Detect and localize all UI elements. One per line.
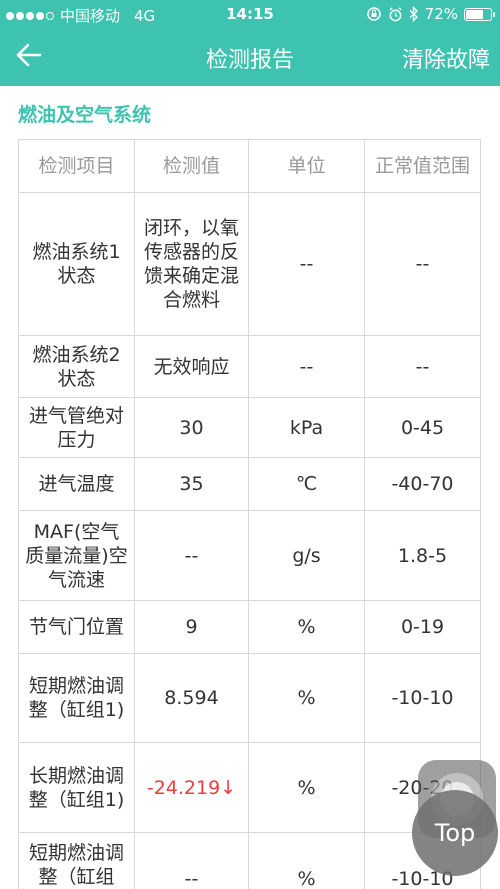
cell-unit: % (248, 742, 365, 833)
cell-unit: g/s (248, 510, 365, 601)
table-row: 燃油系统1状态 闭环，以氧传感器的反馈来确定混合燃料 -- -- (18, 192, 481, 336)
cell-value: 9 (134, 600, 249, 654)
table-row: 节气门位置 9 % 0-19 (18, 600, 481, 654)
rotation-lock-icon (366, 7, 381, 21)
status-bar: 中国移动 4G 14:15 72% (0, 0, 500, 28)
scroll-to-top-button[interactable]: Top (412, 790, 498, 876)
cell-range: -- (364, 335, 481, 398)
cell-item: 短期燃油调整（缸组1) (18, 653, 135, 743)
cell-unit: -- (248, 192, 365, 336)
clear-fault-button[interactable]: 清除故障 (402, 42, 490, 74)
header-unit: 单位 (248, 139, 365, 193)
cell-range: -- (364, 192, 481, 336)
navigation-bar: 检测报告 清除故障 (0, 28, 500, 86)
table-row: 燃油系统2状态 无效响应 -- -- (18, 335, 481, 398)
header-value: 检测值 (134, 139, 249, 193)
cell-unit: % (248, 832, 365, 889)
cell-value: 8.594 (134, 653, 249, 743)
cell-item: MAF(空气质量流量)空气流速 (18, 510, 135, 601)
cell-value: 30 (134, 397, 249, 458)
cell-unit: ℃ (248, 457, 365, 511)
cell-item: 节气门位置 (18, 600, 135, 654)
table-row: 长期燃油调整（缸组1) -24.219↓ % -20-20 (18, 742, 481, 833)
battery-fill (466, 9, 484, 19)
cell-value: 35 (134, 457, 249, 511)
cell-unit: -- (248, 335, 365, 398)
table-header-row: 检测项目 检测值 单位 正常值范围 (18, 139, 481, 193)
cell-value: 闭环，以氧传感器的反馈来确定混合燃料 (134, 192, 249, 336)
battery-icon (464, 7, 495, 21)
cell-item: 短期燃油调整（缸组 (18, 832, 135, 889)
table-row: 短期燃油调整（缸组1) 8.594 % -10-10 (18, 653, 481, 743)
cell-range: -40-70 (364, 457, 481, 511)
bluetooth-icon (409, 6, 418, 22)
battery-percent: 72% (424, 5, 458, 23)
cell-item: 燃油系统2状态 (18, 335, 135, 398)
cell-value-warning: -24.219↓ (134, 742, 249, 833)
header-range: 正常值范围 (364, 139, 481, 193)
cell-value: -- (134, 510, 249, 601)
header-item: 检测项目 (18, 139, 135, 193)
cell-range: 1.8-5 (364, 510, 481, 601)
cell-unit: % (248, 600, 365, 654)
table-row: 短期燃油调整（缸组 -- % -10-10 (18, 832, 481, 889)
cell-range: 0-19 (364, 600, 481, 654)
table-row: 进气管绝对压力 30 kPa 0-45 (18, 397, 481, 458)
cell-item: 燃油系统1状态 (18, 192, 135, 336)
section-title: 燃油及空气系统 (18, 104, 152, 126)
cell-value: -- (134, 832, 249, 889)
cell-item: 长期燃油调整（缸组1) (18, 742, 135, 833)
cell-unit: % (248, 653, 365, 743)
cell-range: -10-10 (364, 653, 481, 743)
status-right: 72% (366, 5, 495, 23)
cell-range: 0-45 (364, 397, 481, 458)
cell-value: 无效响应 (134, 335, 249, 398)
cell-item: 进气温度 (18, 457, 135, 511)
alarm-icon (389, 6, 402, 21)
cell-unit: kPa (248, 397, 365, 458)
cell-item: 进气管绝对压力 (18, 397, 135, 458)
report-table: 检测项目 检测值 单位 正常值范围 燃油系统1状态 闭环，以氧传感器的反馈来确定… (18, 139, 481, 889)
table-row: MAF(空气质量流量)空气流速 -- g/s 1.8-5 (18, 510, 481, 601)
table-row: 进气温度 35 ℃ -40-70 (18, 457, 481, 511)
